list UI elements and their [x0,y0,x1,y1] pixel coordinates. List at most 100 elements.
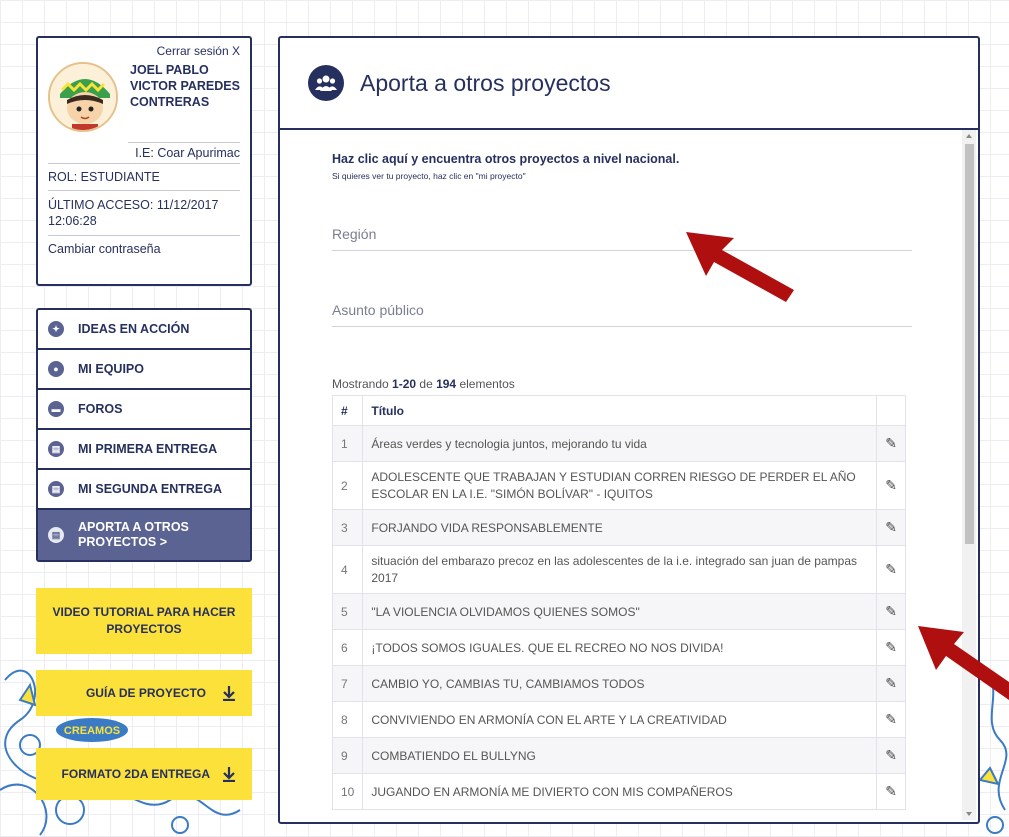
team-icon: ● [48,361,64,377]
sidebar-item-foros[interactable]: ▬ FOROS [38,390,250,430]
table-row: 9 COMBATIENDO EL BULLYNG ✎ [331,737,906,774]
page-title: Aporta a otros proyectos [360,69,611,96]
scrollbar[interactable] [962,130,976,820]
edit-icon[interactable]: ✎ [876,701,906,738]
sidebar-item-label: FOROS [78,402,123,416]
intro-subtext: Si quieres ver tu proyecto, haz clic en … [332,171,526,181]
row-number: 7 [331,665,364,702]
results-summary: Mostrando 1-20 de 194 elementos [332,377,978,391]
project-guide-button[interactable]: GUÍA DE PROYECTO [36,670,252,716]
scrollbar-thumb[interactable] [965,144,974,544]
table-row: 6 ¡TODOS SOMOS IGUALES. QUE EL RECREO NO… [331,629,906,666]
sidebar-item-label: MI SEGUNDA ENTREGA [78,482,222,496]
creamos-sticker: CREAMOS [56,718,128,742]
lightbulb-icon: ✦ [48,321,64,337]
sidebar-item-mi-equipo[interactable]: ● MI EQUIPO [38,350,250,390]
institution-label: I.E: Coar Apurimac [128,142,240,163]
row-title: situación del embarazo precoz en las ado… [362,545,878,594]
row-title: "LA VIOLENCIA OLVIDAMOS QUIENES SOMOS" [362,593,878,630]
user-name: JOEL PABLO VICTOR PAREDES CONTRERAS [130,63,240,109]
row-number: 8 [331,701,364,738]
row-number: 10 [331,773,364,810]
sidebar-item-label: MI PRIMERA ENTREGA [78,442,218,456]
edit-icon[interactable]: ✎ [876,509,906,546]
row-number: 6 [331,629,364,666]
table-row: 10 JUGANDO EN ARMONÍA ME DIVIERTO CON MI… [331,773,906,810]
row-number: 1 [331,425,364,462]
column-header-number[interactable]: # [331,395,364,426]
sidebar-item-label: IDEAS EN ACCIÓN [78,322,190,336]
edit-icon[interactable]: ✎ [876,737,906,774]
row-title: JUGANDO EN ARMONÍA ME DIVIERTO CON MIS C… [362,773,878,810]
sidebar-item-label: MI EQUIPO [78,362,144,376]
row-title: FORJANDO VIDA RESPONSABLEMENTE [362,509,878,546]
sidebar-item-aporta-a-otros-proyectos[interactable]: ▤ APORTA A OTROS PROYECTOS > [38,510,250,560]
edit-icon[interactable]: ✎ [876,593,906,630]
scroll-down-icon[interactable] [966,812,972,816]
sidebar-item-mi-segunda-entrega[interactable]: ▤ MI SEGUNDA ENTREGA [38,470,250,510]
format-second-delivery-button[interactable]: FORMATO 2DA ENTREGA [36,748,252,800]
edit-icon[interactable]: ✎ [876,665,906,702]
video-tutorial-button[interactable]: VIDEO TUTORIAL PARA HACER PROYECTOS [36,588,252,654]
region-input[interactable] [332,226,912,242]
summary-suffix: elementos [456,377,515,391]
logout-link[interactable]: Cerrar sesión X [48,42,240,58]
row-title: CAMBIO YO, CAMBIAS TU, CAMBIAMOS TODOS [362,665,878,702]
summary-total: 194 [436,377,457,391]
row-number: 9 [331,737,364,774]
table-row: 1 Áreas verdes y tecnologia juntos, mejo… [331,425,906,462]
panel-body: Haz clic aquí y encuentra otros proyecto… [280,130,978,820]
document-icon: ▤ [48,481,64,497]
avatar [48,62,118,132]
sidebar-item-mi-primera-entrega[interactable]: ▤ MI PRIMERA ENTREGA [38,430,250,470]
row-number: 5 [331,593,364,630]
edit-icon[interactable]: ✎ [876,425,906,462]
asunto-publico-input[interactable] [332,302,912,318]
row-title: COMBATIENDO EL BULLYNG [362,737,878,774]
user-row: JOEL PABLO VICTOR PAREDES CONTRERAS [48,62,240,132]
row-title: CONVIVIENDO EN ARMONÍA CON EL ARTE Y LA … [362,701,878,738]
region-field[interactable] [332,211,912,251]
main-panel: Aporta a otros proyectos Haz clic aquí y… [278,36,980,824]
document-icon: ▤ [48,527,64,543]
row-title: ¡TODOS SOMOS IGUALES. QUE EL RECREO NO N… [362,629,878,666]
intro-link[interactable]: Haz clic aquí y encuentra otros proyecto… [332,152,978,166]
row-title: Áreas verdes y tecnologia juntos, mejora… [362,425,878,462]
document-icon: ▤ [48,441,64,457]
avatar-icon [50,64,116,130]
row-number: 4 [331,545,364,594]
table-row: 8 CONVIVIENDO EN ARMONÍA CON EL ARTE Y L… [331,701,906,738]
scroll-up-icon[interactable] [966,134,972,138]
decorative-doodle [980,669,1008,834]
chat-icon: ▬ [48,401,64,417]
last-access-label: ÚLTIMO ACCESO: 11/12/2017 12:06:28 [48,190,240,235]
svg-text:CREAMOS: CREAMOS [64,725,120,737]
group-icon [308,65,344,101]
edit-icon[interactable]: ✎ [876,773,906,810]
edit-icon[interactable]: ✎ [876,629,906,666]
table-row: 5 "LA VIOLENCIA OLVIDAMOS QUIENES SOMOS"… [331,593,906,630]
download-icon [223,767,235,782]
column-header-actions [876,395,906,426]
projects-table: # Título 1 Áreas verdes y tecnologia jun… [331,395,906,810]
edit-icon[interactable]: ✎ [876,461,906,510]
summary-range: 1-20 [392,377,417,391]
edit-icon[interactable]: ✎ [876,545,906,594]
table-header-row: # Título [331,395,906,426]
column-header-title[interactable]: Título [362,395,878,426]
row-number: 3 [331,509,364,546]
change-password-link[interactable]: Cambiar contraseña [48,235,240,262]
video-tutorial-label: VIDEO TUTORIAL PARA HACER PROYECTOS [52,605,236,636]
profile-card: Cerrar sesión X JOEL PABLO VICTOR PAREDE… [36,36,252,286]
format-second-delivery-label: FORMATO 2DA ENTREGA [61,767,210,781]
table-row: 3 FORJANDO VIDA RESPONSABLEMENTE ✎ [331,509,906,546]
panel-header: Aporta a otros proyectos [280,38,978,130]
sidebar-item-ideas-en-accion[interactable]: ✦ IDEAS EN ACCIÓN [38,310,250,350]
download-icon [223,686,235,701]
table-row: 2 ADOLESCENTE QUE TRABAJAN Y ESTUDIAN CO… [331,461,906,510]
summary-mid: de [416,377,437,391]
sidebar-nav: ✦ IDEAS EN ACCIÓN ● MI EQUIPO ▬ FOROS ▤ … [36,308,252,562]
asunto-publico-field[interactable] [332,287,912,327]
role-label: ROL: ESTUDIANTE [48,163,240,190]
table-row: 7 CAMBIO YO, CAMBIAS TU, CAMBIAMOS TODOS… [331,665,906,702]
